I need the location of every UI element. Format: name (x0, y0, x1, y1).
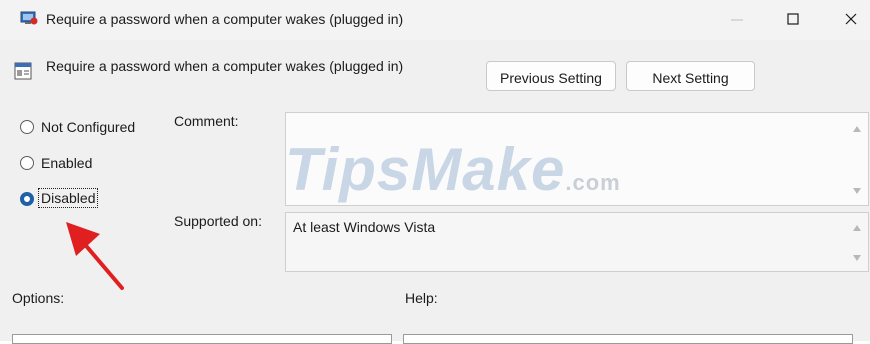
scroll-up-icon[interactable] (852, 125, 862, 133)
scroll-up-icon[interactable] (852, 224, 862, 232)
radio-circle-selected[interactable] (20, 192, 34, 206)
previous-setting-button[interactable]: Previous Setting (486, 61, 616, 91)
policy-setting-icon (14, 62, 32, 80)
radio-label-disabled: Disabled (41, 190, 96, 206)
radio-circle[interactable] (20, 120, 34, 134)
maximize-icon (787, 13, 799, 25)
close-button[interactable] (834, 4, 868, 34)
window-title: Require a password when a computer wakes… (46, 11, 404, 27)
next-setting-button[interactable]: Next Setting (626, 61, 755, 91)
minimize-button[interactable] (720, 4, 754, 34)
setting-name: Require a password when a computer wakes… (46, 58, 404, 74)
radio-label-enabled: Enabled (41, 155, 93, 171)
watermark-brand: TipsMake (285, 136, 566, 203)
maximize-button[interactable] (776, 4, 810, 34)
supported-on-value: At least Windows Vista (293, 219, 436, 235)
title-bar: Require a password when a computer wakes… (0, 0, 870, 40)
watermark: TipsMake.com (285, 135, 621, 204)
policy-app-icon (20, 10, 38, 26)
options-pane (12, 334, 392, 344)
minimize-icon (731, 19, 743, 21)
help-pane (403, 334, 853, 344)
supported-on-box: At least Windows Vista (285, 212, 869, 272)
supported-on-label: Supported on: (174, 213, 262, 229)
scroll-down-icon[interactable] (852, 254, 862, 262)
radio-label-not-configured: Not Configured (41, 119, 136, 135)
focus-rectangle: Disabled (38, 188, 99, 208)
watermark-suffix: .com (565, 170, 621, 195)
help-label: Help: (405, 290, 438, 306)
options-label: Options: (12, 290, 65, 306)
annotation-arrow-icon (66, 222, 124, 290)
comment-label: Comment: (174, 113, 239, 129)
scroll-down-icon[interactable] (852, 187, 862, 195)
close-icon (845, 13, 857, 25)
radio-circle[interactable] (20, 156, 34, 170)
